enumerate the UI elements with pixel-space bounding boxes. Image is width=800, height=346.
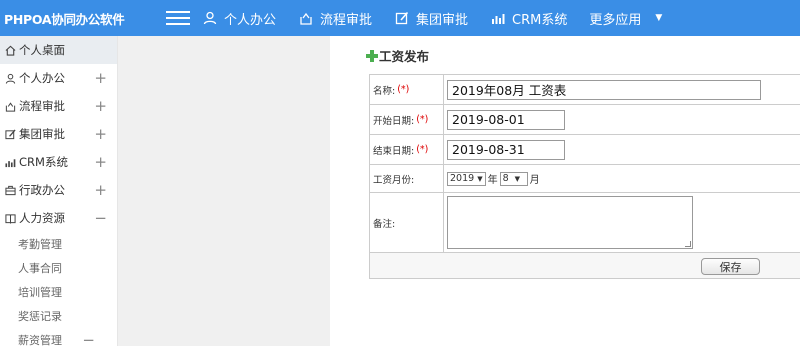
collapse-icon[interactable]: − (94, 209, 107, 227)
sidebar-item-personal-office[interactable]: 个人办公 + (0, 64, 117, 92)
topnav-workflow[interactable]: 流程审批 (298, 9, 372, 28)
year-unit: 年 (487, 175, 498, 186)
topnav-label: 个人办公 (224, 12, 277, 28)
topnav-more-apps[interactable]: 更多应用 ▼ (589, 9, 662, 28)
sidebar-subitem-rewards[interactable]: 奖惩记录 (0, 304, 117, 328)
resize-grip-icon[interactable] (685, 241, 691, 247)
sidebar-item-label: 行政办公 (19, 183, 65, 197)
topnav-label: 集团审批 (416, 12, 469, 28)
sidebar-item-label: 个人桌面 (19, 43, 65, 57)
topnav-label: CRM系统 (512, 12, 568, 28)
topnav-crm[interactable]: CRM系统 (490, 9, 567, 28)
field-label: 工资月份: (370, 165, 444, 192)
required-mark: (*) (416, 144, 429, 155)
expand-icon[interactable]: + (94, 69, 107, 87)
expand-icon[interactable]: + (94, 181, 107, 199)
start-date-input[interactable] (447, 109, 565, 130)
home-icon (4, 44, 16, 56)
salary-form: 名称:(*) 开始日期:(*) 结束日期:(*) 工资月份: 2019▼ 年 8… (369, 74, 800, 279)
edit-icon (4, 128, 16, 140)
briefcase-icon (4, 184, 16, 196)
name-input[interactable] (447, 79, 761, 100)
page-title: 工资发布 (366, 46, 429, 65)
sidebar-item-workflow[interactable]: 流程审批 + (0, 92, 117, 120)
year-select[interactable]: 2019 ▼ (447, 171, 486, 186)
field-label: 开始日期: (*) (370, 105, 444, 134)
sidebar-item-crm[interactable]: CRM系统 + (0, 148, 117, 176)
expand-icon[interactable]: + (94, 153, 107, 171)
sidebar-subitem-attendance[interactable]: 考勤管理 (0, 232, 117, 256)
sidebar-subitem-label: 薪资管理 (18, 334, 62, 346)
month-select[interactable]: 8 ▼ (499, 171, 528, 186)
sidebar-subitem-label: 人事合同 (18, 262, 62, 275)
sidebar-item-desktop[interactable]: 个人桌面 (0, 36, 117, 64)
top-nav: 个人办公 流程审批 集团审批 CRM系统 更多应用 ▼ (202, 9, 662, 28)
menu-toggle-icon[interactable] (166, 11, 190, 25)
sidebar-item-group-approval[interactable]: 集团审批 + (0, 120, 117, 148)
user-icon (4, 72, 16, 84)
flow-icon (4, 100, 16, 112)
required-mark: (*) (416, 114, 429, 125)
sidebar-item-label: 人力资源 (19, 211, 65, 225)
sidebar-subitem-training[interactable]: 培训管理 (0, 280, 117, 304)
save-button[interactable]: 保存 (701, 258, 760, 275)
bar-chart-icon (490, 10, 506, 26)
sidebar-item-label: CRM系统 (19, 155, 68, 169)
end-date-input[interactable] (447, 139, 565, 160)
expand-icon[interactable]: + (94, 97, 107, 115)
book-icon (4, 212, 16, 224)
topnav-label: 流程审批 (320, 12, 373, 28)
app-title: PHPOA协同办公软件 (4, 11, 125, 27)
user-icon (202, 10, 218, 26)
sidebar-item-label: 集团审批 (19, 127, 65, 141)
plus-icon (366, 49, 378, 62)
sidebar-item-admin-office[interactable]: 行政办公 + (0, 176, 117, 204)
form-row-actions: 保存 (370, 253, 800, 279)
form-row-end-date: 结束日期: (*) (370, 135, 800, 165)
top-navbar: PHPOA协同办公软件 个人办公 流程审批 集团审批 CRM系统 更多应用 ▼ (0, 0, 800, 36)
form-row-name: 名称: (*) (370, 75, 800, 105)
field-label: 备注: (370, 193, 444, 252)
sidebar-item-label: 个人办公 (19, 71, 65, 85)
sidebar-item-hr[interactable]: 人力资源 − (0, 204, 117, 232)
edit-icon (394, 10, 410, 26)
flow-icon (298, 10, 314, 26)
sidebar: 个人桌面 个人办公 + 流程审批 + 集团审批 + CRM系统 + 行政办公 + (0, 36, 118, 346)
form-row-remark: 备注: (370, 193, 800, 253)
sidebar-subitem-label: 培训管理 (18, 286, 62, 299)
caret-down-icon: ▼ (514, 174, 521, 183)
remark-textarea[interactable] (447, 196, 693, 249)
required-mark: (*) (397, 84, 410, 95)
topnav-label: 更多应用 (589, 12, 642, 28)
topnav-group-approval[interactable]: 集团审批 (394, 9, 468, 28)
topnav-personal-office[interactable]: 个人办公 (202, 9, 276, 28)
sidebar-subitem-contract[interactable]: 人事合同 (0, 256, 117, 280)
month-unit: 月 (529, 175, 540, 186)
form-row-month: 工资月份: 2019 ▼ 年 8 ▼ 月 (370, 165, 800, 193)
form-row-start-date: 开始日期: (*) (370, 105, 800, 135)
collapse-icon[interactable]: − (82, 331, 95, 346)
sidebar-item-label: 流程审批 (19, 99, 65, 113)
caret-down-icon: ▼ (477, 174, 483, 183)
caret-down-icon: ▼ (655, 13, 663, 23)
bar-chart-icon (4, 156, 16, 168)
page-title-text: 工资发布 (379, 49, 430, 64)
expand-icon[interactable]: + (94, 125, 107, 143)
field-label: 结束日期: (*) (370, 135, 444, 164)
sidebar-subitem-salary[interactable]: 薪资管理 − (0, 328, 117, 346)
sidebar-subitem-label: 考勤管理 (18, 238, 62, 251)
sidebar-subitem-label: 奖惩记录 (18, 310, 62, 323)
field-label: 名称: (*) (370, 75, 444, 104)
